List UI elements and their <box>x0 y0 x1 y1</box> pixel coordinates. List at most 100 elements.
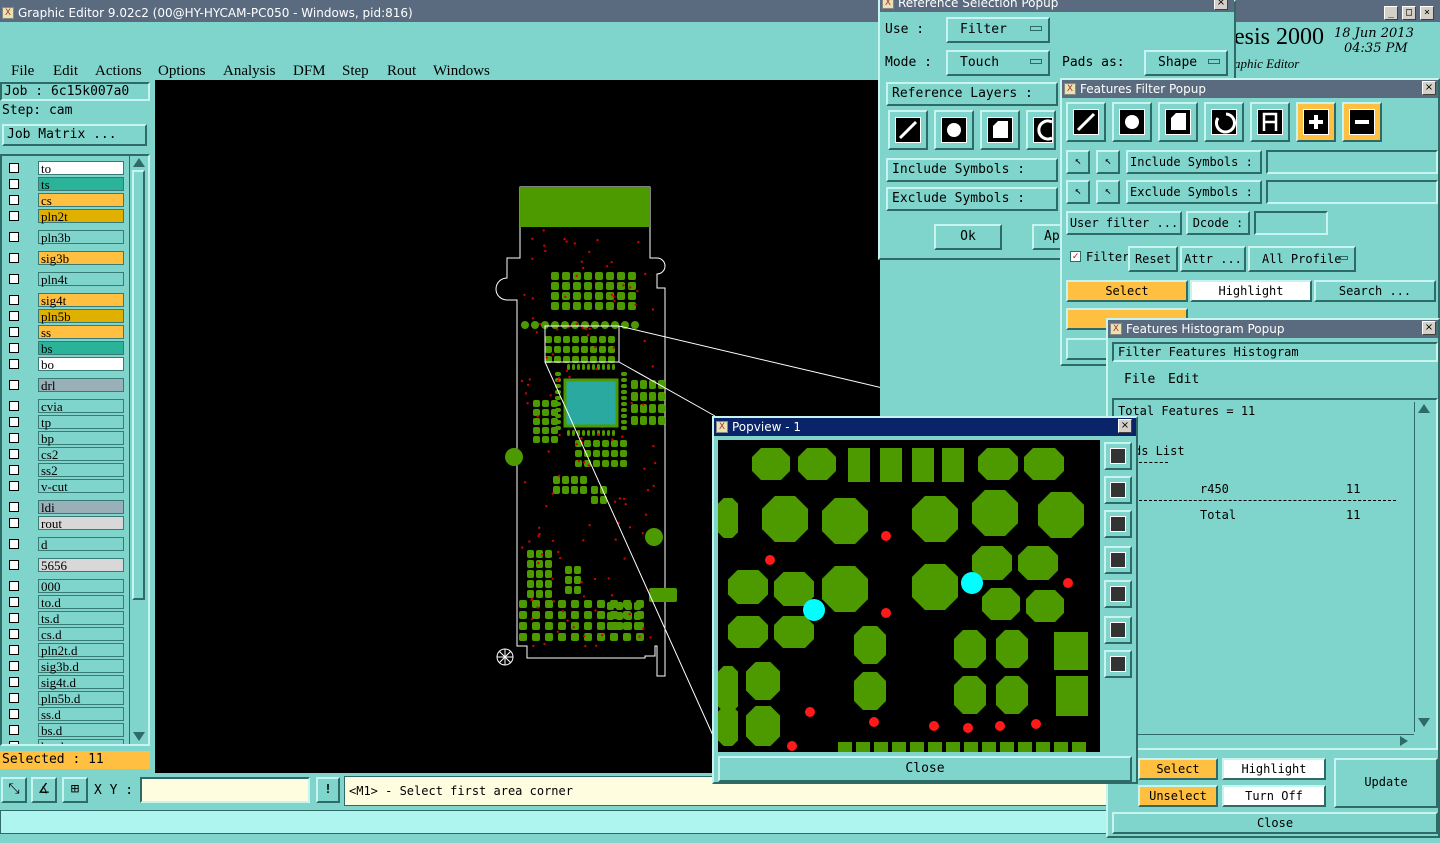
layer-row[interactable]: pln2t.d <box>6 642 124 658</box>
layer-row[interactable]: pln5b.d <box>6 690 124 706</box>
popview-pan-up-icon[interactable] <box>1104 476 1132 504</box>
menu-step[interactable]: Step <box>342 63 369 80</box>
histogram-scrollbar[interactable] <box>1414 402 1432 732</box>
layer-checkbox[interactable] <box>9 195 19 205</box>
layer-name[interactable]: bo.d <box>38 739 124 744</box>
hist-hscrollbar[interactable] <box>1116 734 1414 746</box>
attr-button[interactable]: Attr ... <box>1180 246 1246 272</box>
include-symbols-input[interactable] <box>1266 150 1438 174</box>
menu-analysis[interactable]: Analysis <box>223 63 276 80</box>
layer-checkbox[interactable] <box>9 481 19 491</box>
layer-row[interactable]: ss <box>6 324 124 340</box>
hist-close-button[interactable]: Close <box>1112 812 1438 834</box>
layer-checkbox[interactable] <box>9 741 19 744</box>
apply-button[interactable]: Ap <box>1032 224 1062 250</box>
filter-select-button[interactable]: Select <box>1066 280 1188 302</box>
layer-row[interactable]: to.d <box>6 594 124 610</box>
layer-row[interactable]: ldi <box>6 499 124 515</box>
ok-button[interactable]: Ok <box>934 224 1002 250</box>
layer-row[interactable]: ss2 <box>6 462 124 478</box>
filter-arc-icon[interactable] <box>1204 102 1244 142</box>
layer-row[interactable]: ss.d <box>6 706 124 722</box>
layer-name[interactable]: sig3b.d <box>38 659 124 674</box>
maximize-button[interactable]: □ <box>1402 6 1416 20</box>
mode-dropdown[interactable]: Touch <box>946 50 1050 76</box>
popview-fit-icon[interactable] <box>1104 442 1132 470</box>
alert-icon[interactable]: ! <box>316 777 340 803</box>
layer-checkbox[interactable] <box>9 560 19 570</box>
filter-popup-close[interactable]: × <box>1422 81 1436 95</box>
layer-checkbox[interactable] <box>9 725 19 735</box>
layer-row[interactable]: cs2 <box>6 446 124 462</box>
layer-checkbox[interactable] <box>9 539 19 549</box>
layer-row[interactable]: cs.d <box>6 626 124 642</box>
layer-name[interactable]: to <box>38 161 124 176</box>
layer-name[interactable]: cs.d <box>38 627 124 642</box>
layer-row[interactable]: drl <box>6 377 124 393</box>
layer-checkbox[interactable] <box>9 401 19 411</box>
popview-pan-down-icon[interactable] <box>1104 510 1132 538</box>
layer-checkbox[interactable] <box>9 629 19 639</box>
layer-checkbox[interactable] <box>9 380 19 390</box>
histogram-list[interactable]: Total Features = 11 ds List r450 11 Tota… <box>1112 398 1438 750</box>
dcode-button[interactable]: Dcode : <box>1186 211 1250 235</box>
layer-name[interactable]: cs <box>38 193 124 208</box>
popview-canvas[interactable] <box>718 440 1100 752</box>
layer-name[interactable]: sig4t.d <box>38 675 124 690</box>
layer-checkbox[interactable] <box>9 613 19 623</box>
hist-scroll-up-arrow[interactable] <box>1418 404 1430 413</box>
ref-popup-close[interactable]: × <box>1214 0 1228 10</box>
filter-positive-icon[interactable] <box>1296 102 1336 142</box>
pads-as-dropdown[interactable]: Shape <box>1144 50 1228 76</box>
layer-checkbox[interactable] <box>9 433 19 443</box>
layer-name[interactable]: tp <box>38 415 124 430</box>
reference-layers-button[interactable]: Reference Layers : <box>886 82 1058 106</box>
filter-include-symbols[interactable]: Include Symbols : <box>1126 150 1262 174</box>
ref-arc-icon[interactable] <box>1026 110 1056 150</box>
layer-checkbox[interactable] <box>9 597 19 607</box>
include-arrow-2[interactable]: ↖ <box>1096 150 1120 174</box>
grid-icon[interactable]: ⊞ <box>62 777 88 803</box>
layer-name[interactable]: d <box>38 537 124 552</box>
dcode-input[interactable] <box>1254 211 1328 235</box>
layer-name[interactable]: ts <box>38 177 124 192</box>
layer-row[interactable]: pln4t <box>6 271 124 287</box>
layer-checkbox[interactable] <box>9 502 19 512</box>
reset-button[interactable]: Reset <box>1128 246 1178 272</box>
job-matrix-button[interactable]: Job Matrix ... <box>2 124 147 146</box>
filter-search-button[interactable]: Search ... <box>1314 280 1436 302</box>
filter-line-icon[interactable] <box>1066 102 1106 142</box>
layer-name[interactable]: 000 <box>38 579 124 594</box>
layer-checkbox[interactable] <box>9 274 19 284</box>
layer-row[interactable]: ts.d <box>6 610 124 626</box>
filter-text-icon[interactable] <box>1250 102 1290 142</box>
layer-name[interactable]: bs.d <box>38 723 124 738</box>
ref-pad-icon[interactable] <box>934 110 974 150</box>
minimize-button[interactable]: _ <box>1384 6 1398 20</box>
hist-scroll-right-arrow[interactable] <box>1400 736 1408 746</box>
menu-dfm[interactable]: DFM <box>293 63 326 80</box>
layer-row[interactable]: to <box>6 160 124 176</box>
layer-checkbox[interactable] <box>9 581 19 591</box>
layer-row[interactable]: pln3b <box>6 229 124 245</box>
filter-surface-icon[interactable] <box>1158 102 1198 142</box>
filter-pad-icon[interactable] <box>1112 102 1152 142</box>
measure-icon[interactable]: ∡ <box>31 777 57 803</box>
layer-row[interactable]: ts <box>6 176 124 192</box>
layer-name[interactable]: pln2t.d <box>38 643 124 658</box>
histogram-close-icon[interactable]: × <box>1422 321 1436 335</box>
layer-checkbox[interactable] <box>9 211 19 221</box>
layer-checkbox[interactable] <box>9 253 19 263</box>
layer-row[interactable]: pln5b <box>6 308 124 324</box>
filter-checkbox[interactable]: ✓ <box>1070 251 1081 262</box>
exclude-symbols-button[interactable]: Exclude Symbols : <box>886 187 1058 211</box>
layer-name[interactable]: sig3b <box>38 251 124 266</box>
hist-turn-off-button[interactable]: Turn Off <box>1222 785 1326 807</box>
layer-checkbox[interactable] <box>9 693 19 703</box>
layer-name[interactable]: sig4t <box>38 293 124 308</box>
layer-scrollbar[interactable] <box>129 156 148 744</box>
layer-checkbox[interactable] <box>9 661 19 671</box>
popview-pan-left-icon[interactable] <box>1104 546 1132 574</box>
ref-line-icon[interactable] <box>888 110 928 150</box>
popview-zoom-in-icon[interactable] <box>1104 616 1132 644</box>
